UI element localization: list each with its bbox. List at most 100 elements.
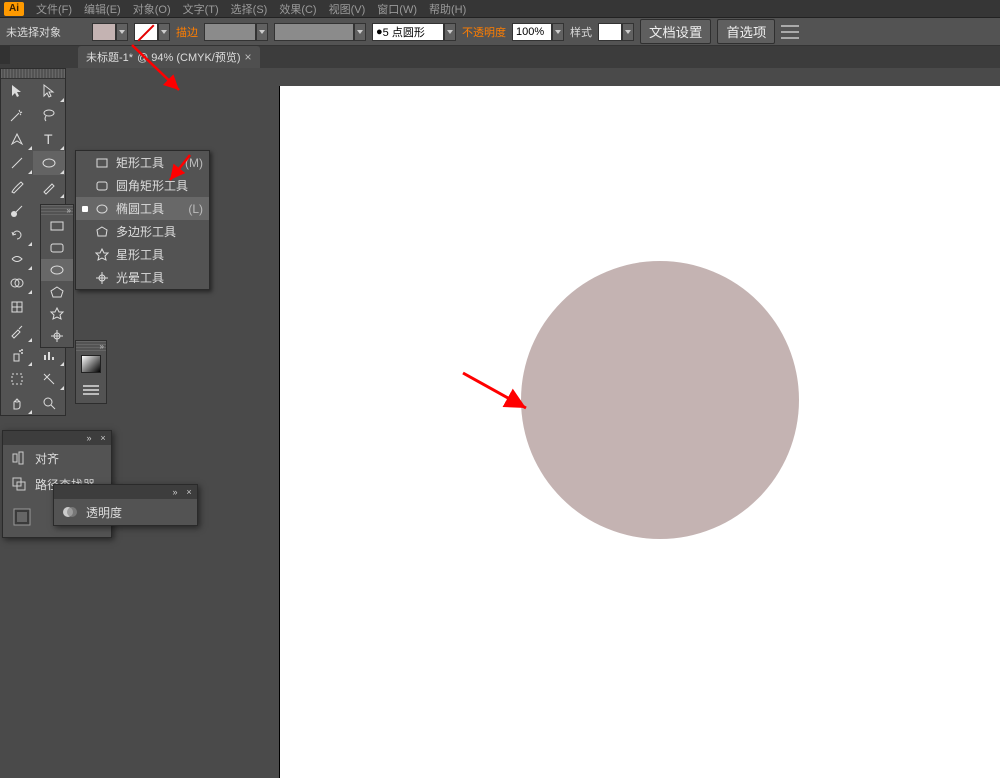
style-group[interactable] [598, 23, 634, 41]
preferences-button[interactable]: 首选项 [717, 19, 775, 44]
menu-bar: Ai 文件(F) 编辑(E) 对象(O) 文字(T) 选择(S) 效果(C) 视… [0, 0, 1000, 18]
flare-tool-item[interactable]: 光晕工具 [76, 266, 209, 289]
transparency-row[interactable]: 透明度 [54, 499, 197, 525]
brush-def-dropdown[interactable] [444, 23, 456, 41]
menu-effect[interactable]: 效果(C) [279, 1, 316, 17]
close-icon[interactable]: × [98, 433, 108, 443]
opacity-dropdown[interactable] [552, 23, 564, 41]
canvas-area[interactable] [280, 86, 1000, 778]
magic-wand-tool[interactable] [1, 103, 33, 127]
align-panel-row[interactable]: 对齐 [3, 445, 111, 471]
lasso-tool[interactable] [33, 103, 65, 127]
star-tool-item[interactable]: 星形工具 [76, 243, 209, 266]
stroke-weight-dropdown[interactable] [256, 23, 268, 41]
stroke-dropdown[interactable] [158, 23, 170, 41]
slice-tool[interactable] [33, 367, 65, 391]
style-label: 样式 [570, 24, 592, 40]
align-icon [11, 450, 27, 466]
panel-menu-icon[interactable] [781, 25, 799, 39]
ellipse-tool-item[interactable]: 椭圆工具(L) [76, 197, 209, 220]
ellipse-object[interactable] [521, 261, 799, 539]
stroke-swatch[interactable] [134, 23, 158, 41]
collapse-icon[interactable]: » [170, 487, 180, 497]
menu-select[interactable]: 选择(S) [231, 1, 268, 17]
blob-icon [9, 203, 25, 219]
stroke-profile-group[interactable] [274, 23, 366, 41]
tearoff-rect[interactable] [41, 215, 73, 237]
opacity-input[interactable]: 100% [512, 23, 552, 41]
stroke-swatch-group[interactable] [134, 23, 170, 41]
tearoff-ellipse[interactable] [41, 259, 73, 281]
gradient-swatch[interactable] [76, 351, 106, 377]
type-tool[interactable]: T [33, 127, 65, 151]
thumb-icon[interactable] [11, 506, 33, 528]
chevron-icon: » [67, 206, 71, 215]
brush-def-group[interactable]: ● 5 点圆形 [372, 23, 456, 41]
stroke-profile-input[interactable] [274, 23, 354, 41]
watermark-url: jingyan.baidu.com [865, 756, 988, 768]
artboard-tool[interactable] [1, 367, 33, 391]
watermark-paw-icon: ⁂ [860, 695, 890, 730]
symbol-sprayer-tool[interactable] [1, 343, 33, 367]
line-tool[interactable] [1, 151, 33, 175]
stroke-weight-group[interactable] [204, 23, 268, 41]
document-setup-button[interactable]: 文档设置 [640, 19, 711, 44]
lasso-icon [41, 107, 57, 123]
opacity-group[interactable]: 100% [512, 23, 564, 41]
menu-type[interactable]: 文字(T) [183, 1, 219, 17]
style-swatch[interactable] [598, 23, 622, 41]
mesh-tool[interactable] [1, 295, 33, 319]
tearoff-star[interactable] [41, 303, 73, 325]
close-icon[interactable]: × [184, 487, 194, 497]
selection-tool[interactable] [1, 79, 33, 103]
panel-header[interactable]: » × [54, 485, 197, 499]
watermark: Baidu 经验 jingyan.baidu.com [865, 732, 988, 768]
fill-swatch[interactable] [92, 23, 116, 41]
toolbox-gripper[interactable] [1, 69, 65, 79]
dock-collapse-strip[interactable] [0, 46, 10, 64]
rectangle-tool-item[interactable]: 矩形工具(M) [76, 151, 209, 174]
paintbrush-tool[interactable] [1, 175, 33, 199]
zoom-tool[interactable] [33, 391, 65, 415]
artboard[interactable] [280, 86, 1000, 778]
width-tool[interactable] [1, 247, 33, 271]
fill-swatch-group[interactable] [92, 23, 128, 41]
tearoff-polygon[interactable] [41, 281, 73, 303]
menu-view[interactable]: 视图(V) [329, 1, 366, 17]
menu-file[interactable]: 文件(F) [36, 1, 72, 17]
stroke-weight-input[interactable] [204, 23, 256, 41]
close-icon[interactable]: × [245, 50, 252, 64]
menu-object[interactable]: 对象(O) [133, 1, 171, 17]
document-tab[interactable]: 未标题-1* @ 94% (CMYK/预览) × [78, 46, 260, 68]
app-logo: Ai [4, 2, 24, 16]
style-dropdown[interactable] [622, 23, 634, 41]
panel-header[interactable]: » × [3, 431, 111, 445]
collapse-icon[interactable]: » [84, 433, 94, 443]
menu-edit[interactable]: 编辑(E) [84, 1, 121, 17]
pen-tool[interactable] [1, 127, 33, 151]
hand-tool[interactable] [1, 391, 33, 415]
rotate-tool[interactable] [1, 223, 33, 247]
arrow-icon [9, 83, 25, 99]
stroke-profile-dropdown[interactable] [354, 23, 366, 41]
tearoff-gripper[interactable]: » [41, 205, 73, 215]
mini-panel-gripper[interactable]: » [76, 341, 106, 351]
brush-definition[interactable]: ● 5 点圆形 [372, 23, 444, 41]
polygon-tool-item[interactable]: 多边形工具 [76, 220, 209, 243]
shape-builder-tool[interactable] [1, 271, 33, 295]
tearoff-flare[interactable] [41, 325, 73, 347]
stroke-alignment[interactable] [76, 377, 106, 403]
menu-help[interactable]: 帮助(H) [429, 1, 466, 17]
fill-dropdown[interactable] [116, 23, 128, 41]
tearoff-rrect[interactable] [41, 237, 73, 259]
watermark-brand: Baidu 经验 [869, 731, 988, 756]
pencil-tool[interactable] [33, 175, 65, 199]
blob-brush-tool[interactable] [1, 199, 33, 223]
menu-window[interactable]: 窗口(W) [377, 1, 417, 17]
shape-tool[interactable] [33, 151, 65, 175]
direct-selection-tool[interactable] [33, 79, 65, 103]
eyedropper-icon [9, 323, 25, 339]
eyedropper-tool[interactable] [1, 319, 33, 343]
ellipse-icon [94, 202, 110, 216]
rounded-rectangle-tool-item[interactable]: 圆角矩形工具 [76, 174, 209, 197]
